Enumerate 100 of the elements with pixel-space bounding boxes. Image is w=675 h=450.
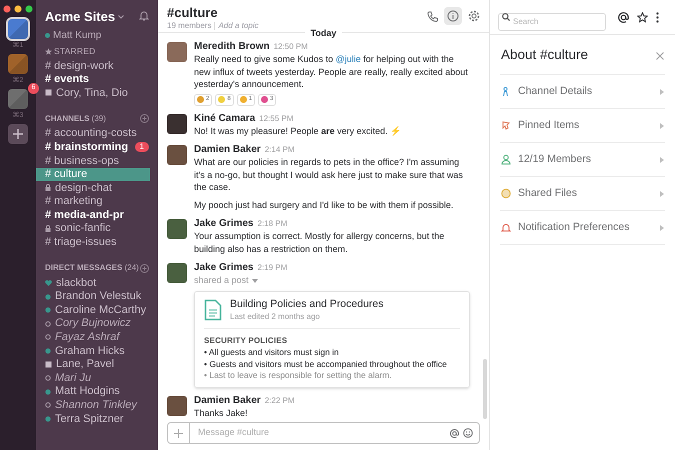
more-icon[interactable] — [656, 12, 659, 22]
message-text: Really need to give some Kudos to @julie for helping out with the new influx of tweets yesterday. People are really, really excited about yesterday's announcement. — [194, 53, 469, 90]
close-icon[interactable] — [656, 52, 664, 60]
star-icon[interactable] — [637, 12, 648, 22]
presence-ring-icon — [45, 334, 51, 340]
author-name[interactable]: Damien Baker — [194, 143, 261, 156]
post-card[interactable] — [194, 291, 470, 388]
message-text: Thanks Jake! — [194, 406, 249, 419]
sidebar-item[interactable]: # design-work — [36, 59, 158, 73]
channel-item[interactable]: # business-ops — [36, 154, 158, 168]
channel-item[interactable]: # triage-issues — [36, 236, 158, 250]
panel-item[interactable]: Channel Details — [500, 75, 665, 109]
channel-item[interactable]: # accounting-costs — [36, 126, 158, 140]
channel-item[interactable]: # culture — [36, 168, 150, 182]
post-section-heading: SECURITY POLICIES — [204, 335, 288, 347]
presence-dot-icon — [45, 32, 50, 38]
chevron-icon — [660, 156, 664, 162]
author-name[interactable]: Kiné Camara — [194, 112, 256, 124]
chevron-icon — [660, 190, 664, 196]
author-name[interactable]: Meredith Brown — [194, 40, 270, 53]
caret-icon[interactable] — [118, 14, 124, 19]
info-button[interactable] — [444, 7, 462, 25]
message-input[interactable]: Message #culture — [167, 422, 480, 444]
panel-item[interactable]: Shared Files — [500, 177, 665, 211]
star-icon — [45, 48, 52, 54]
dm-item[interactable]: Shannon Tinkley — [36, 398, 158, 412]
message-field[interactable]: Message #culture — [190, 426, 450, 440]
message-text: What are our policies in regards to pets in the office? I'm assuming it's a no-go, but thought I would ask here just to make sure that was the case. — [194, 156, 464, 194]
channel-item[interactable]: # marketing — [36, 194, 158, 208]
presence-dot-icon — [45, 307, 51, 314]
add-icon[interactable] — [140, 264, 149, 273]
document-icon — [204, 299, 222, 321]
message-text: No! It was my pleasure! People are very excited. ⚡ — [194, 124, 402, 137]
dm-item[interactable]: Brandon Velestuk — [36, 290, 158, 304]
post-bullet: • Guests and visitors must be accompanied throughout the office — [204, 358, 448, 370]
section-heading: CHANNELS (39) — [45, 112, 106, 125]
author-name[interactable]: Jake Grimes — [194, 261, 254, 274]
sidebar-item[interactable]: Cory, Tina, Dio — [36, 86, 158, 100]
team-icon[interactable] — [8, 19, 28, 39]
plus-icon[interactable] — [12, 128, 24, 140]
lock-icon — [45, 225, 51, 232]
channel-item[interactable]: # brainstorming 1 — [36, 140, 158, 154]
search-field[interactable]: Search — [498, 12, 606, 30]
chevron-icon — [660, 224, 664, 230]
team-icon[interactable] — [8, 89, 28, 109]
mention-icon[interactable] — [618, 12, 629, 22]
workspace-name[interactable]: Acme Sites — [45, 7, 116, 26]
post-subtitle: Last edited 2 months ago — [230, 311, 321, 323]
dm-item[interactable]: Terra Spitzner — [36, 412, 158, 426]
message-text: Your assumption is correct. Mostly for allergy concerns, but the building also has a restriction on them. — [194, 230, 446, 255]
presence-dot-icon — [45, 294, 51, 300]
lock-icon — [45, 184, 51, 192]
add-icon[interactable] — [140, 114, 149, 124]
group-icon — [45, 89, 52, 96]
dm-item[interactable]: slackbot — [36, 276, 158, 290]
emoji-icon[interactable] — [463, 428, 473, 438]
panel-title: About #culture — [501, 46, 588, 64]
message-text: My pooch just had surgery and I'd like to be with them if possible. — [194, 198, 454, 211]
group-icon — [45, 360, 52, 368]
add-team-button[interactable] — [8, 124, 28, 144]
chevron-icon — [660, 88, 664, 94]
dm-item[interactable]: Cory Bujnowicz — [36, 316, 158, 330]
post-action-text: shared a post — [194, 274, 249, 287]
presence-dot-icon — [45, 416, 51, 422]
caret-icon[interactable] — [252, 278, 258, 282]
bell-icon[interactable] — [139, 10, 149, 21]
author-name[interactable]: Damien Baker — [194, 394, 261, 406]
settings-icon[interactable] — [468, 10, 480, 22]
author-name[interactable]: Jake Grimes — [194, 217, 254, 230]
dm-item[interactable]: Fayaz Ashraf — [36, 330, 158, 344]
section-heading: DIRECT MESSAGES (24) — [45, 262, 139, 274]
heart-icon — [45, 280, 52, 286]
panel-item[interactable]: Notification Preferences — [500, 211, 665, 245]
presence-dot-icon — [45, 388, 51, 395]
section-heading: STARRED — [54, 44, 96, 58]
panel-item[interactable]: Pinned Items — [500, 109, 665, 143]
panel-item[interactable]: 12/19 Members — [500, 143, 665, 177]
presence-ring-icon — [45, 375, 51, 382]
channel-item[interactable]: design-chat — [36, 181, 158, 195]
dm-item[interactable]: Mari Ju — [36, 371, 158, 385]
scrollbar[interactable] — [483, 359, 487, 419]
post-title[interactable]: Building Policies and Procedures — [230, 297, 384, 311]
mention-link[interactable]: @julie — [336, 54, 361, 64]
unread-badge: 1 — [134, 142, 149, 152]
dm-item[interactable]: Lane, Pavel — [36, 358, 158, 372]
sidebar-item[interactable]: # events — [36, 72, 158, 86]
dm-item[interactable]: Graham Hicks — [36, 344, 158, 358]
presence-dot-icon — [45, 348, 51, 354]
search-icon — [502, 13, 510, 21]
presence-ring-icon — [45, 320, 51, 327]
user-name: Matt Kump — [53, 28, 102, 42]
dm-item[interactable]: Matt Hodgins — [36, 384, 158, 398]
phone-icon[interactable] — [427, 10, 438, 22]
presence-ring-icon — [45, 402, 51, 408]
dm-item[interactable]: Caroline McCarthy — [36, 303, 158, 317]
team-icon[interactable] — [8, 54, 28, 74]
channel-item[interactable]: # media-and-pr — [36, 208, 158, 222]
chevron-icon — [660, 122, 664, 128]
post-bullet: • All guests and visitors must sign in — [204, 347, 340, 358]
channel-item[interactable]: sonic-fanfic — [36, 222, 158, 236]
